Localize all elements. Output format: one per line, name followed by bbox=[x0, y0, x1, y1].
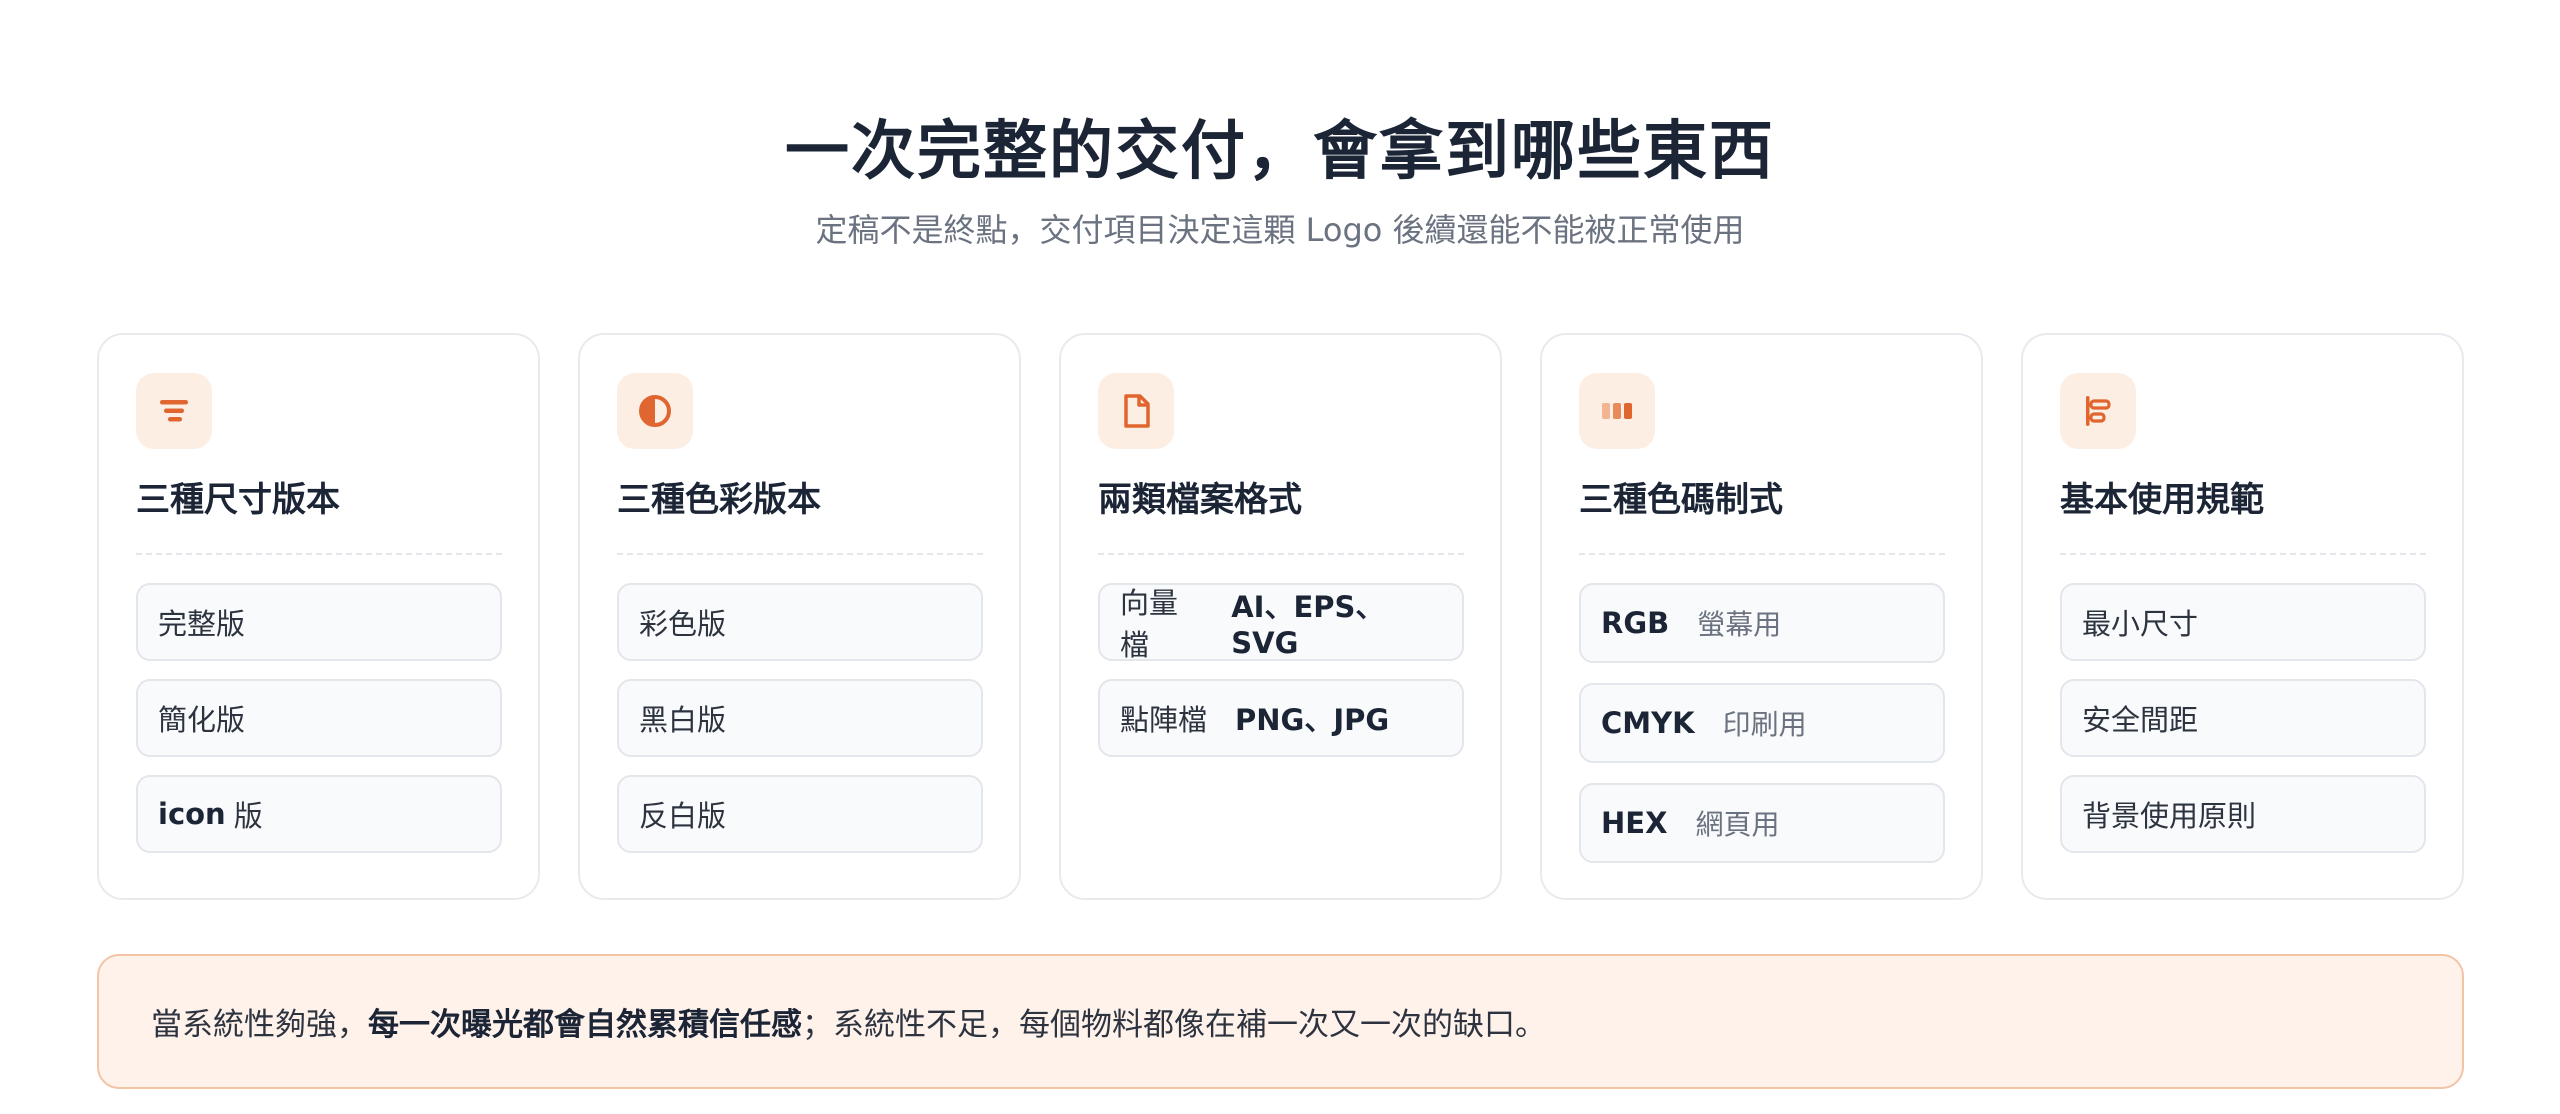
list-item: 反白版 bbox=[617, 775, 983, 853]
card-size-versions: 三種尺寸版本 完整版 簡化版 icon 版 bbox=[97, 333, 540, 900]
list-item: 彩色版 bbox=[617, 583, 983, 661]
color-code-usage: 螢幕用 bbox=[1697, 608, 1782, 641]
list-item: CMYK 印刷用 bbox=[1579, 683, 1945, 763]
card-title: 三種色碼制式 bbox=[1579, 480, 1783, 520]
color-code-name: CMYK bbox=[1601, 706, 1695, 740]
item-list: 完整版 簡化版 icon 版 bbox=[136, 583, 502, 853]
item-label: 最小尺寸 bbox=[2082, 607, 2199, 641]
item-label: 完整版 bbox=[158, 607, 246, 641]
format-extensions: AI、EPS、SVG bbox=[1231, 590, 1385, 660]
summary-banner: 當系統性夠強， 每一次曝光都會自然累積信任感 ；系統性不足，每個物料都像在補一次又一… bbox=[97, 954, 2464, 1089]
item-label: 簡化版 bbox=[158, 703, 246, 737]
list-item: 完整版 bbox=[136, 583, 502, 661]
card-file-formats: 兩類檔案格式 向量檔 AI、EPS、SVG 點陣檔 PNG、JPG bbox=[1059, 333, 1502, 900]
filter-lines-icon bbox=[136, 373, 212, 449]
banner-text-bold: 每一次曝光都會自然累積信任感 bbox=[368, 1007, 802, 1043]
format-type-label: 點陣檔 bbox=[1120, 703, 1208, 737]
item-label: 彩色版 bbox=[639, 607, 727, 641]
color-swatches-icon bbox=[1579, 373, 1655, 449]
format-type-label: 向量檔 bbox=[1120, 586, 1179, 662]
card-title: 基本使用規範 bbox=[2060, 480, 2264, 520]
card-title: 三種色彩版本 bbox=[617, 480, 821, 520]
item-label-strong: icon bbox=[158, 797, 226, 831]
format-extensions: PNG、JPG bbox=[1235, 703, 1390, 737]
list-item: icon 版 bbox=[136, 775, 502, 853]
divider bbox=[1579, 553, 1945, 555]
divider bbox=[136, 553, 502, 555]
list-item: 點陣檔 PNG、JPG bbox=[1098, 679, 1464, 757]
list-item: HEX 網頁用 bbox=[1579, 783, 1945, 863]
item-list: RGB 螢幕用 CMYK 印刷用 HEX 網頁用 bbox=[1579, 583, 1945, 863]
color-code-name: HEX bbox=[1601, 806, 1668, 840]
list-item: 簡化版 bbox=[136, 679, 502, 757]
align-left-bars-icon bbox=[2060, 373, 2136, 449]
half-circle-contrast-icon bbox=[617, 373, 693, 449]
list-item: 安全間距 bbox=[2060, 679, 2426, 757]
card-color-versions: 三種色彩版本 彩色版 黑白版 反白版 bbox=[578, 333, 1021, 900]
banner-text-after: ；系統性不足，每個物料都像在補一次又一次的缺口。 bbox=[802, 1007, 1546, 1043]
item-label-suffix: 版 bbox=[233, 799, 263, 833]
list-item: 向量檔 AI、EPS、SVG bbox=[1098, 583, 1464, 662]
color-code-usage: 網頁用 bbox=[1695, 808, 1780, 841]
divider bbox=[2060, 553, 2426, 555]
deliverables-cards: 三種尺寸版本 完整版 簡化版 icon 版 三種色彩版本 彩色版 黑白版 反白版… bbox=[97, 333, 2464, 900]
item-label: 安全間距 bbox=[2082, 703, 2199, 737]
banner-text-before: 當系統性夠強， bbox=[151, 1007, 368, 1043]
list-item: 黑白版 bbox=[617, 679, 983, 757]
divider bbox=[1098, 553, 1464, 555]
card-usage-guidelines: 基本使用規範 最小尺寸 安全間距 背景使用原則 bbox=[2021, 333, 2464, 900]
color-code-usage: 印刷用 bbox=[1722, 708, 1807, 741]
list-item: 最小尺寸 bbox=[2060, 583, 2426, 661]
card-title: 兩類檔案格式 bbox=[1098, 480, 1302, 520]
list-item: 背景使用原則 bbox=[2060, 775, 2426, 853]
page-subtitle: 定稿不是終點，交付項目決定這顆 Logo 後續還能不能被正常使用 bbox=[815, 211, 1745, 249]
item-label: 背景使用原則 bbox=[2082, 799, 2257, 833]
card-color-codes: 三種色碼制式 RGB 螢幕用 CMYK 印刷用 HEX 網頁用 bbox=[1540, 333, 1983, 900]
item-label: 反白版 bbox=[639, 799, 727, 833]
item-list: 彩色版 黑白版 反白版 bbox=[617, 583, 983, 853]
page: 一次完整的交付，會拿到哪些東西 定稿不是終點，交付項目決定這顆 Logo 後續還… bbox=[0, 0, 2560, 1114]
document-icon bbox=[1098, 373, 1174, 449]
divider bbox=[617, 553, 983, 555]
item-list: 最小尺寸 安全間距 背景使用原則 bbox=[2060, 583, 2426, 853]
item-list: 向量檔 AI、EPS、SVG 點陣檔 PNG、JPG bbox=[1098, 583, 1464, 757]
list-item: RGB 螢幕用 bbox=[1579, 583, 1945, 663]
card-title: 三種尺寸版本 bbox=[136, 480, 340, 520]
color-code-name: RGB bbox=[1601, 606, 1670, 640]
page-title: 一次完整的交付，會拿到哪些東西 bbox=[785, 115, 1775, 189]
item-label: 黑白版 bbox=[639, 703, 727, 737]
